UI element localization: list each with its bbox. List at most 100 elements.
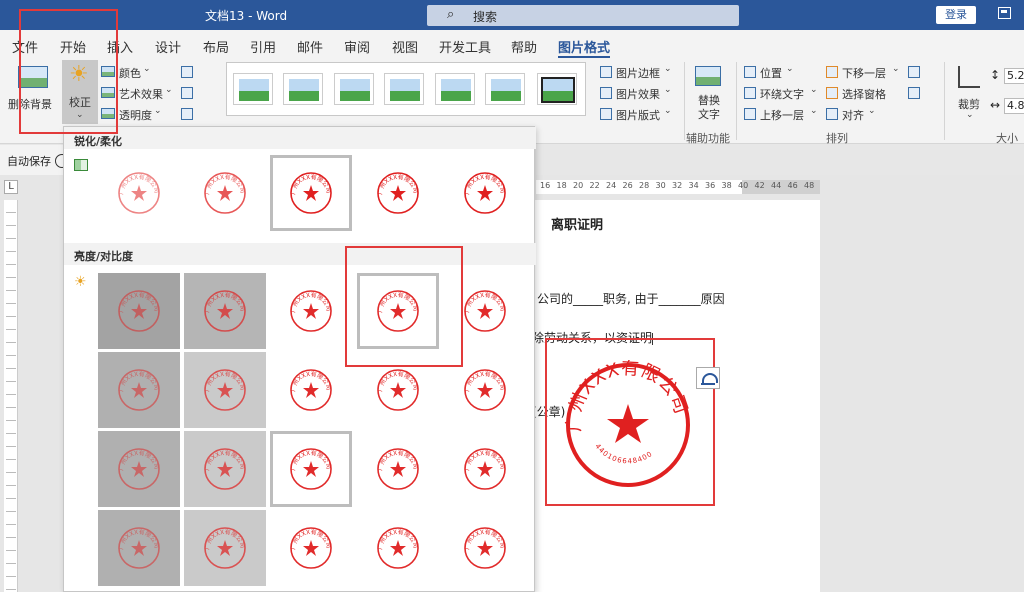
- alt-text-button[interactable]: 替换 文字: [690, 62, 728, 122]
- sharpen-option-2[interactable]: 广州XXX有限公司: [184, 155, 266, 231]
- sharpen-option-5[interactable]: 广州XXX有限公司: [444, 155, 526, 231]
- remove-background-icon: [18, 66, 48, 88]
- brightness-option-2-5[interactable]: 广州XXX有限公司: [444, 352, 526, 428]
- brightness-option-1-5[interactable]: 广州XXX有限公司: [444, 273, 526, 349]
- height-icon: ↕: [990, 68, 1001, 82]
- height-input[interactable]: 5.2: [1004, 68, 1024, 84]
- sharpen-soften-heading: 锐化/柔化: [74, 135, 123, 148]
- brightness-option-2-4[interactable]: 广州XXX有限公司: [357, 352, 439, 428]
- rotate-icon[interactable]: [908, 87, 920, 99]
- tab-file[interactable]: 文件: [12, 37, 38, 56]
- tab-design[interactable]: 设计: [155, 37, 181, 56]
- chevron-down-icon: ⌄: [966, 110, 974, 120]
- chevron-down-icon: ⌄: [154, 106, 162, 116]
- tab-insert[interactable]: 插入: [107, 37, 133, 56]
- reset-picture-icon[interactable]: [181, 108, 193, 120]
- ribbon-display-options-icon[interactable]: [998, 7, 1011, 19]
- brightness-option-4-2[interactable]: 广州XXX有限公司: [184, 510, 266, 586]
- transparency-button[interactable]: 透明度 ⌄: [101, 106, 165, 122]
- color-label: 颜色: [119, 67, 141, 80]
- sharpen-option-1[interactable]: 广州XXX有限公司: [98, 155, 180, 231]
- picture-layout-button[interactable]: 图片版式 ⌄: [600, 106, 676, 122]
- window-title: 文档13 - Word: [205, 9, 288, 23]
- brightness-option-3-5[interactable]: 广州XXX有限公司: [444, 431, 526, 507]
- brightness-option-4-1[interactable]: 广州XXX有限公司: [98, 510, 180, 586]
- artistic-effects-button[interactable]: 艺术效果 ⌄: [101, 85, 175, 101]
- position-button[interactable]: 位置 ⌄: [744, 64, 800, 80]
- tab-view[interactable]: 视图: [392, 37, 418, 56]
- crop-button[interactable]: 裁剪 ⌄: [952, 62, 986, 122]
- picture-style-1[interactable]: [233, 73, 273, 105]
- brightness-option-2-1[interactable]: 广州XXX有限公司: [98, 352, 180, 428]
- brightness-option-4-5[interactable]: 广州XXX有限公司: [444, 510, 526, 586]
- ruler-number: 46: [787, 181, 798, 190]
- chevron-down-icon: ⌄: [76, 110, 84, 120]
- brightness-option-1-4[interactable]: 广州XXX有限公司: [357, 273, 439, 349]
- layout-options-icon[interactable]: [696, 367, 720, 389]
- brightness-option-3-3[interactable]: 广州XXX有限公司: [270, 431, 352, 507]
- brightness-option-4-3[interactable]: 广州XXX有限公司: [270, 510, 352, 586]
- picture-style-5[interactable]: [435, 73, 475, 105]
- bring-forward-button[interactable]: 上移一层 ⌄: [744, 106, 820, 122]
- picture-effects-button[interactable]: 图片效果 ⌄: [600, 85, 676, 101]
- selection-pane-button[interactable]: 选择窗格: [826, 85, 902, 101]
- brightness-option-1-2[interactable]: 广州XXX有限公司: [184, 273, 266, 349]
- artistic-effects-label: 艺术效果: [119, 88, 163, 101]
- picture-style-7[interactable]: [537, 73, 577, 105]
- brightness-option-3-4[interactable]: 广州XXX有限公司: [357, 431, 439, 507]
- tab-help[interactable]: 帮助: [511, 37, 537, 56]
- tab-references[interactable]: 引用: [250, 37, 276, 56]
- change-picture-icon[interactable]: [181, 87, 193, 99]
- tab-home[interactable]: 开始: [60, 37, 86, 56]
- title-bar: 文档13 - Word ⌕ 搜索 登录: [0, 0, 1024, 30]
- corrections-gallery: 锐化/柔化 亮度/对比度 ☀ 广州XXX有限公司 广州XXX有限公司 广州XXX有限…: [63, 126, 536, 592]
- tab-mailings[interactable]: 邮件: [297, 37, 323, 56]
- chevron-down-icon: ⌄: [664, 106, 672, 116]
- brightness-option-1-3[interactable]: 广州XXX有限公司: [270, 273, 352, 349]
- selected-picture-frame[interactable]: [545, 338, 715, 506]
- chevron-down-icon: ⌄: [892, 64, 900, 74]
- brightness-option-2-3[interactable]: 广州XXX有限公司: [270, 352, 352, 428]
- search-box[interactable]: ⌕ 搜索: [427, 5, 739, 26]
- autosave-label: 自动保存: [7, 155, 51, 168]
- tab-review[interactable]: 审阅: [344, 37, 370, 56]
- ruler-number: 38: [721, 181, 732, 190]
- remove-background-label: 删除背景: [8, 98, 52, 111]
- brightness-option-3-2[interactable]: 广州XXX有限公司: [184, 431, 266, 507]
- tab-developer[interactable]: 开发工具: [439, 37, 491, 56]
- ruler-number: 32: [672, 181, 683, 190]
- chevron-down-icon: ⌄: [664, 85, 672, 95]
- tab-selector[interactable]: L: [4, 180, 18, 194]
- color-button[interactable]: 颜色 ⌄: [101, 64, 171, 80]
- sharpen-option-3[interactable]: 广州XXX有限公司: [270, 155, 352, 231]
- vertical-ruler: [4, 200, 18, 592]
- brightness-option-2-2[interactable]: 广州XXX有限公司: [184, 352, 266, 428]
- send-backward-label: 下移一层: [842, 67, 886, 80]
- picture-style-3[interactable]: [334, 73, 374, 105]
- width-icon: ↔: [990, 98, 1001, 112]
- brightness-option-3-1[interactable]: 广州XXX有限公司: [98, 431, 180, 507]
- tab-layout[interactable]: 布局: [203, 37, 229, 56]
- picture-border-button[interactable]: 图片边框 ⌄: [600, 64, 676, 80]
- corrections-button[interactable]: ☀ 校正 ⌄: [62, 60, 98, 124]
- picture-style-2[interactable]: [283, 73, 323, 105]
- width-input[interactable]: 4.8: [1004, 98, 1024, 114]
- picture-layout-label: 图片版式: [616, 109, 660, 122]
- login-button[interactable]: 登录: [936, 6, 976, 24]
- align-button[interactable]: 对齐 ⌄: [826, 106, 882, 122]
- picture-layout-icon: [600, 108, 612, 120]
- picture-style-6[interactable]: [485, 73, 525, 105]
- compress-pictures-icon[interactable]: [181, 66, 193, 78]
- brightness-option-1-1[interactable]: 广州XXX有限公司: [98, 273, 180, 349]
- brightness-option-4-4[interactable]: 广州XXX有限公司: [357, 510, 439, 586]
- horizontal-ruler: 16 18 20 22 24 26 28 30 32 34 36 38 40 42 44 46 48: [536, 180, 820, 194]
- remove-background-button[interactable]: 删除背景: [6, 62, 58, 112]
- sharpen-option-4[interactable]: 广州XXX有限公司: [357, 155, 439, 231]
- picture-effects-icon: [600, 87, 612, 99]
- picture-style-4[interactable]: [384, 73, 424, 105]
- artistic-effects-icon: [101, 87, 115, 98]
- group-icon[interactable]: [908, 66, 920, 78]
- tab-picture-format[interactable]: 图片格式: [558, 37, 611, 59]
- wrap-text-button[interactable]: 环绕文字 ⌄: [744, 85, 820, 101]
- send-backward-button[interactable]: 下移一层 ⌄: [826, 64, 902, 80]
